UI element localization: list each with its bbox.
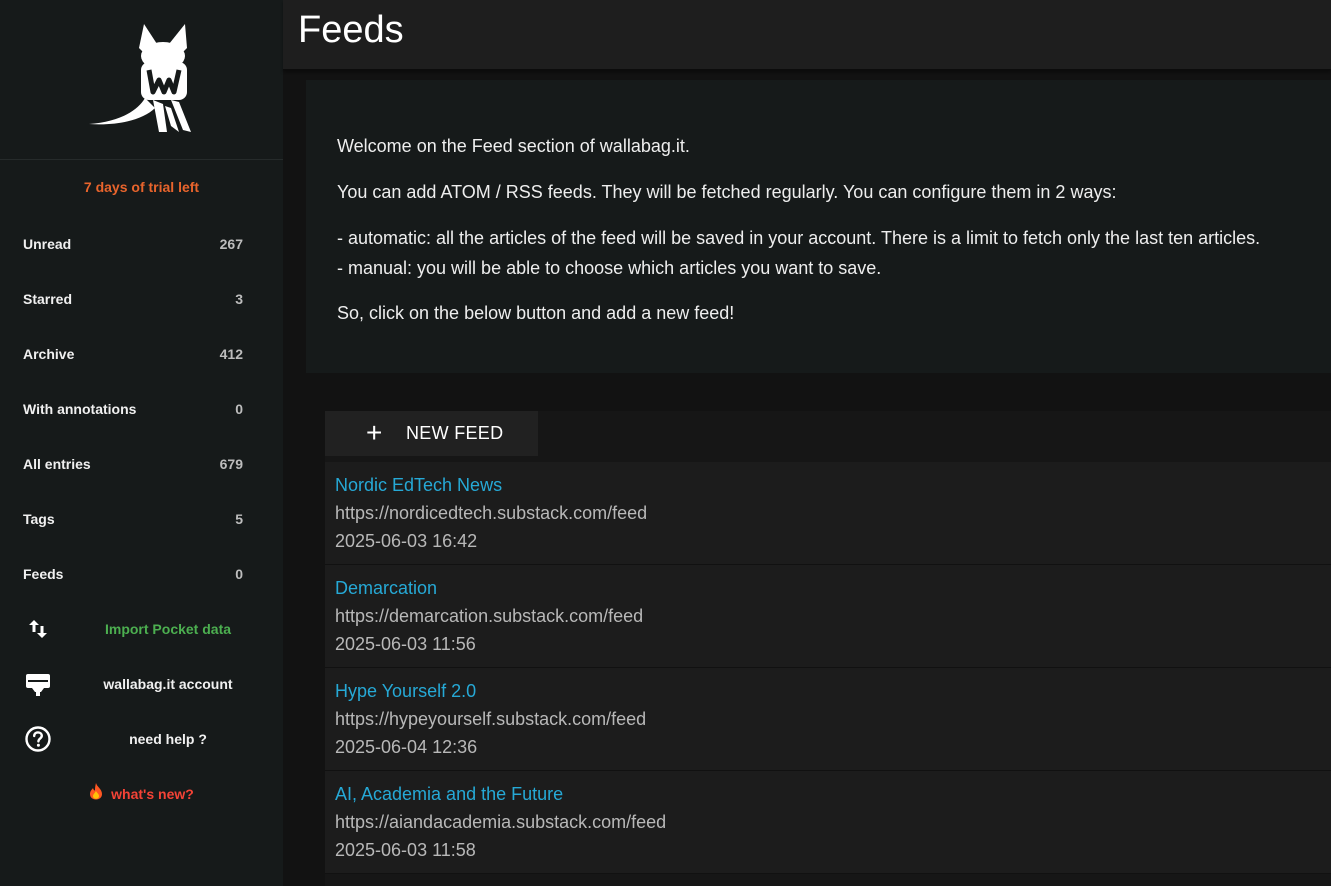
account-label: wallabag.it account (103, 675, 233, 692)
intro-cta-text: So, click on the below button and add a … (337, 303, 735, 323)
plus-icon: + (366, 417, 383, 448)
sidebar: 7 days of trial left Unread 267 Starred … (0, 0, 283, 886)
feed-date: 2025-06-03 11:58 (335, 840, 476, 860)
feeds-intro-card: Welcome on the Feed section of wallabag.… (306, 80, 1331, 373)
feed-url: https://nordicedtech.substack.com/feed (335, 503, 648, 523)
sidebar-item-label: Tags (23, 510, 55, 527)
feed-title-link[interactable]: AI, Academia and the Future (335, 782, 1331, 806)
wallabag-logo[interactable] (0, 0, 283, 160)
sidebar-item-feeds[interactable]: Feeds 0 (0, 546, 283, 601)
sidebar-menu: Unread 267 Starred 3 Archive 412 With an… (0, 216, 283, 821)
account-link[interactable]: wallabag.it account (0, 656, 283, 711)
card-icon (23, 669, 53, 699)
sidebar-item-all-entries[interactable]: All entries 679 (0, 436, 283, 491)
help-circle-icon (23, 724, 53, 754)
sidebar-item-count: 0 (235, 565, 243, 582)
feed-url: https://aiandacademia.substack.com/feed (335, 812, 667, 832)
intro-manual-text: - manual: you will be able to choose whi… (337, 258, 882, 278)
feed-date: 2025-06-03 11:56 (335, 634, 476, 654)
intro-description-text: You can add ATOM / RSS feeds. They will … (337, 182, 1117, 202)
feed-url: https://hypeyourself.substack.com/feed (335, 709, 647, 729)
feed-title-link[interactable]: Demarcation (335, 576, 1331, 600)
sidebar-item-unread[interactable]: Unread 267 (0, 216, 283, 271)
trial-notice[interactable]: 7 days of trial left (0, 179, 283, 197)
feed-item[interactable]: Nordic EdTech News https://nordicedtech.… (325, 462, 1331, 565)
import-pocket-link[interactable]: Import Pocket data (0, 601, 283, 656)
fire-icon (89, 782, 103, 805)
feed-item[interactable]: AI, Academia and the Future https://aian… (325, 771, 1331, 874)
swap-vertical-icon (23, 614, 53, 644)
feed-item[interactable]: Hype Yourself 2.0 https://hypeyourself.s… (325, 668, 1331, 771)
feed-title-link[interactable]: Nordic EdTech News (335, 473, 1331, 497)
page-header: Feeds (283, 0, 1331, 70)
intro-welcome-text: Welcome on the Feed section of wallabag.… (337, 136, 690, 156)
sidebar-item-label: Archive (23, 345, 75, 362)
sidebar-item-label: With annotations (23, 400, 137, 417)
sidebar-item-label: Starred (23, 290, 73, 307)
new-feed-button[interactable]: + NEW FEED (325, 411, 538, 456)
sidebar-item-annotations[interactable]: With annotations 0 (0, 381, 283, 436)
sidebar-item-tags[interactable]: Tags 5 (0, 491, 283, 546)
feed-url: https://demarcation.substack.com/feed (335, 606, 644, 626)
sidebar-item-count: 412 (219, 345, 243, 362)
feed-date: 2025-06-03 16:42 (335, 531, 478, 551)
help-label: need help ? (129, 730, 207, 747)
sidebar-item-label: Feeds (23, 565, 64, 582)
import-pocket-label: Import Pocket data (104, 620, 232, 637)
help-link[interactable]: need help ? (0, 711, 283, 766)
sidebar-item-archive[interactable]: Archive 412 (0, 326, 283, 381)
sidebar-item-count: 679 (219, 455, 243, 472)
intro-automatic-text: - automatic: all the articles of the fee… (337, 228, 1261, 248)
feed-item[interactable]: Demarcation https://demarcation.substack… (325, 565, 1331, 668)
sidebar-item-label: All entries (23, 455, 91, 472)
wallabag-logo-icon (88, 24, 191, 132)
feed-list: Nordic EdTech News https://nordicedtech.… (325, 462, 1331, 874)
whats-new-label: what's new? (111, 785, 194, 802)
sidebar-item-count: 0 (235, 400, 243, 417)
sidebar-item-count: 5 (235, 510, 243, 527)
feed-date: 2025-06-04 12:36 (335, 737, 478, 757)
whats-new-link[interactable]: what's new? (0, 766, 283, 821)
sidebar-item-label: Unread (23, 235, 72, 252)
new-feed-label: NEW FEED (406, 423, 504, 443)
feed-title-link[interactable]: Hype Yourself 2.0 (335, 679, 1331, 703)
sidebar-item-starred[interactable]: Starred 3 (0, 271, 283, 326)
page-title: Feeds (298, 9, 404, 51)
sidebar-item-count: 267 (219, 235, 243, 252)
sidebar-item-count: 3 (235, 290, 243, 307)
